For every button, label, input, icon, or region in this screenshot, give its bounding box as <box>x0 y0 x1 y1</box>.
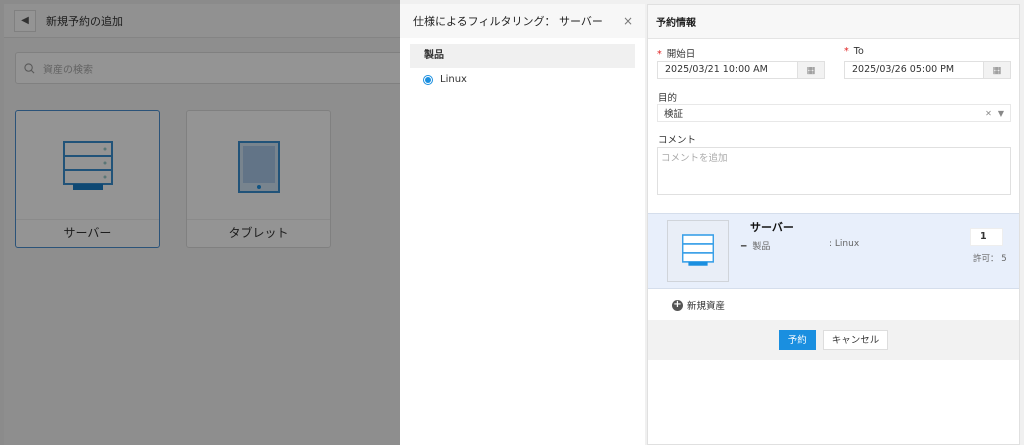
radio-selected-icon[interactable] <box>423 74 433 85</box>
reservation-title: 予約情報 <box>648 5 1019 39</box>
calendar-icon[interactable]: ▦ <box>797 62 824 78</box>
comment-label: コメント <box>658 135 697 146</box>
required-mark: * <box>844 46 849 57</box>
spec-label: 製品 <box>752 242 771 252</box>
reserved-item-row: サーバー ━ 製品 : Linux 1 許可： 5 <box>648 213 1019 289</box>
filter-header: 仕様によるフィルタリング： サーバー × <box>400 4 645 38</box>
add-new-asset-button[interactable]: + 新規資産 <box>672 298 725 312</box>
item-thumbnail <box>667 220 729 282</box>
allowed-count: 許可： 5 <box>973 254 1007 264</box>
clear-icon[interactable]: ✕ <box>985 109 992 118</box>
item-name: サーバー <box>750 221 794 234</box>
footer-actions: 予約 キャンセル <box>648 320 1019 360</box>
purpose-label: 目的 <box>658 93 678 104</box>
reservation-panel: 予約情報 * 開始日 2025/03/21 10:00 AM ▦ * To 2025… <box>647 4 1020 445</box>
server-icon <box>682 234 714 266</box>
required-mark: * <box>657 49 662 60</box>
end-date-input[interactable]: 2025/03/26 05:00 PM ▦ <box>844 61 1011 79</box>
filter-title: 仕様によるフィルタリング： サーバー <box>413 15 603 28</box>
close-icon[interactable]: × <box>623 14 633 28</box>
end-date-value: 2025/03/26 05:00 PM <box>852 64 955 75</box>
calendar-icon[interactable]: ▦ <box>983 62 1010 78</box>
minus-icon[interactable]: ━ <box>741 242 746 252</box>
start-date-input[interactable]: 2025/03/21 10:00 AM ▦ <box>657 61 825 79</box>
label-text: To <box>853 46 864 57</box>
filter-section-product: 製品 <box>410 44 635 68</box>
cancel-button[interactable]: キャンセル <box>822 330 889 350</box>
modal-backdrop[interactable] <box>0 0 400 445</box>
item-spec: ━ 製品 <box>741 239 770 252</box>
spec-value: : Linux <box>829 239 860 249</box>
quantity-input[interactable]: 1 <box>970 228 1003 246</box>
option-label: Linux <box>440 74 467 85</box>
start-date-value: 2025/03/21 10:00 AM <box>665 64 768 75</box>
purpose-select[interactable]: 検証 ✕ ▼ <box>657 104 1011 122</box>
filter-option-linux[interactable]: Linux <box>423 74 645 85</box>
plus-circle-icon: + <box>672 298 683 311</box>
chevron-down-icon[interactable]: ▼ <box>998 109 1004 118</box>
label-text: 開始日 <box>666 49 696 60</box>
filter-panel: 仕様によるフィルタリング： サーバー × 製品 Linux <box>400 4 645 445</box>
start-date-label: * 開始日 <box>657 46 695 60</box>
comment-textarea[interactable]: コメントを追加 <box>657 147 1011 195</box>
reserve-button[interactable]: 予約 <box>778 330 816 350</box>
add-asset-label: 新規資産 <box>687 301 726 312</box>
purpose-value: 検証 <box>664 109 684 120</box>
end-date-label: * To <box>844 46 864 57</box>
